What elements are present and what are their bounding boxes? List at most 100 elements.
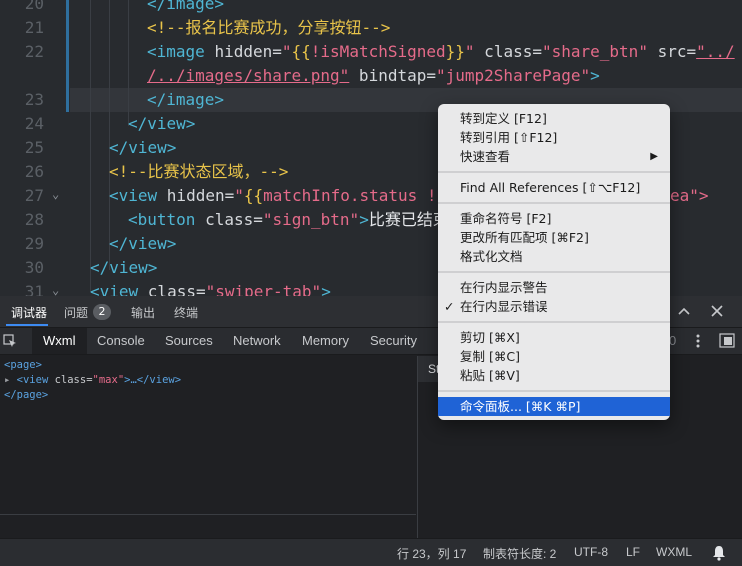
menu-item[interactable]: 转到定义 [F12] xyxy=(438,109,670,128)
menu-item[interactable]: 重命名符号 [F2] xyxy=(438,209,670,228)
close-icon[interactable] xyxy=(711,305,723,317)
menu-item-label: 快速查看 xyxy=(460,149,511,164)
menu-item-label: Find All References [⇧⌥F12] xyxy=(460,180,641,195)
code-line[interactable]: </view> xyxy=(128,112,195,136)
code-token: </image> xyxy=(147,90,225,109)
wxml-node-page-open[interactable]: <page> xyxy=(4,359,42,371)
menu-item[interactable]: 复制 [⌘C] xyxy=(438,347,670,366)
menu-separator xyxy=(438,202,670,204)
code-line[interactable]: <!--比赛状态区域，--> xyxy=(109,160,288,184)
wxml-tree[interactable]: <page> ▸ <view class="max">…</view> </pa… xyxy=(0,356,416,538)
menu-separator xyxy=(438,390,670,392)
menu-item[interactable]: 更改所有匹配项 [⌘F2] xyxy=(438,228,670,247)
wxml-attr-value: "max" xyxy=(92,374,125,386)
wxml-node-page-close[interactable]: </page> xyxy=(4,389,48,401)
code-line[interactable]: <view hidden="{{matchInfo.status ! xyxy=(109,184,437,208)
code-token: {{ xyxy=(291,42,311,61)
line-number: 21 xyxy=(24,18,44,37)
menu-item[interactable]: 快速查看 ▶ xyxy=(438,147,670,166)
bell-icon[interactable] xyxy=(712,545,726,561)
code-token: " xyxy=(464,42,475,61)
code-line[interactable]: <view class="swiper-tab"> xyxy=(90,280,331,296)
context-menu: 转到定义 [F12] 转到引用 [⇧F12] 快速查看 ▶ Find All Refer… xyxy=(438,104,670,420)
submenu-arrow-icon: ▶ xyxy=(650,151,658,162)
menu-item-label: 命令面板... [⌘K ⌘P] xyxy=(460,399,581,414)
panel-divider xyxy=(0,514,416,515)
line-number: 29 xyxy=(24,234,44,253)
more-vertical-icon[interactable] xyxy=(695,333,701,349)
indent-guide xyxy=(109,0,110,270)
eol-indicator[interactable]: LF xyxy=(626,545,640,559)
inspect-element-icon[interactable] xyxy=(3,334,17,348)
code-token: /../images/share.png" xyxy=(147,66,350,85)
menu-item-label: 格式化文档 xyxy=(460,249,523,264)
tab-wxml[interactable]: Wxml xyxy=(43,333,76,348)
menu-item-label: 在行内显示错误 xyxy=(460,299,548,314)
tab-memory[interactable]: Memory xyxy=(302,333,349,348)
fold-chevron-icon[interactable]: ⌄ xyxy=(52,187,59,201)
code-line[interactable]: /../images/share.png" bindtap="jump2Shar… xyxy=(147,64,600,88)
code-token: </image> xyxy=(147,0,225,13)
menu-item[interactable]: ✓ 在行内显示错误 xyxy=(438,297,670,316)
tab-security[interactable]: Security xyxy=(370,333,417,348)
code-line[interactable]: </view> xyxy=(90,256,157,280)
tab-console[interactable]: Console xyxy=(97,333,145,348)
menu-item[interactable]: 转到引用 [⇧F12] xyxy=(438,128,670,147)
wxml-node-view[interactable]: ▸ <view class="max">…</view> xyxy=(4,374,181,386)
indent-guide xyxy=(128,0,129,126)
code-token: }} xyxy=(445,42,465,61)
tab-sources[interactable]: Sources xyxy=(165,333,213,348)
tab-output[interactable]: 输出 xyxy=(131,304,155,321)
code-line[interactable]: <button class="sign_btn">比赛已结束 xyxy=(128,208,449,232)
menu-item[interactable]: 在行内显示警告 xyxy=(438,278,670,297)
menu-item-label: 粘贴 [⌘V] xyxy=(460,368,520,383)
code-line-tail: ea"> xyxy=(670,186,709,205)
fold-chevron-icon[interactable]: ⌄ xyxy=(52,283,59,296)
code-token: "jump2SharePage" xyxy=(436,66,591,85)
code-line[interactable]: <image hidden="{{!isMatchSigned}}" class… xyxy=(147,40,735,64)
code-token: </view> xyxy=(109,234,177,253)
code-token: class= xyxy=(147,282,206,296)
tab-size-indicator[interactable]: 制表符长度: 2 xyxy=(483,545,556,562)
indent-guide xyxy=(90,0,91,292)
line-number: 26 xyxy=(24,162,44,181)
menu-item[interactable]: Find All References [⇧⌥F12] xyxy=(438,178,670,197)
menu-item[interactable]: 粘贴 [⌘V] xyxy=(438,366,670,385)
code-token: 比赛已结束 xyxy=(368,210,449,229)
menu-item-label: 重命名符号 [F2] xyxy=(460,211,552,226)
menu-item[interactable]: 格式化文档 xyxy=(438,247,670,266)
code-line[interactable]: <!--报名比赛成功，分享按钮--> xyxy=(147,16,390,40)
code-line[interactable]: </image> xyxy=(147,0,224,16)
menu-item-label: 在行内显示警告 xyxy=(460,280,548,295)
line-number: 27 xyxy=(24,186,44,205)
menu-item[interactable]: 命令面板... [⌘K ⌘P] xyxy=(438,397,670,416)
menu-separator xyxy=(438,171,670,173)
tab-debugger[interactable]: 调试器 xyxy=(11,304,47,321)
code-token: <view xyxy=(109,186,167,205)
menu-item-label: 复制 [⌘C] xyxy=(460,349,520,364)
chevron-up-icon[interactable] xyxy=(678,306,690,316)
tab-problems[interactable]: 问题 xyxy=(64,304,88,321)
code-line[interactable]: </view> xyxy=(109,232,176,256)
encoding-indicator[interactable]: UTF-8 xyxy=(574,545,608,559)
code-token: <image xyxy=(147,42,215,61)
code-token: "../ xyxy=(696,42,735,61)
language-indicator[interactable]: WXML xyxy=(656,545,692,559)
tab-terminal[interactable]: 终端 xyxy=(174,304,198,321)
code-token: </view> xyxy=(128,114,196,133)
expand-triangle-icon[interactable]: ▸ xyxy=(4,374,17,386)
menu-item-label: 剪切 [⌘X] xyxy=(460,330,520,345)
wxml-tag: <view xyxy=(16,374,55,386)
problems-count-badge: 2 xyxy=(93,304,111,320)
code-token: "swiper-tab" xyxy=(205,282,322,296)
code-line[interactable]: </view> xyxy=(109,136,176,160)
line-number: 22 xyxy=(24,42,44,61)
dock-side-icon[interactable] xyxy=(719,333,735,348)
tab-network[interactable]: Network xyxy=(233,333,281,348)
overflow-indicator: 0 xyxy=(669,333,677,348)
code-token: "share_btn" xyxy=(541,42,648,61)
cursor-position[interactable]: 行 23，列 17 xyxy=(397,545,466,562)
code-token: class= xyxy=(205,210,263,229)
menu-item[interactable]: 剪切 [⌘X] xyxy=(438,328,670,347)
code-line[interactable]: </image> xyxy=(147,88,224,112)
